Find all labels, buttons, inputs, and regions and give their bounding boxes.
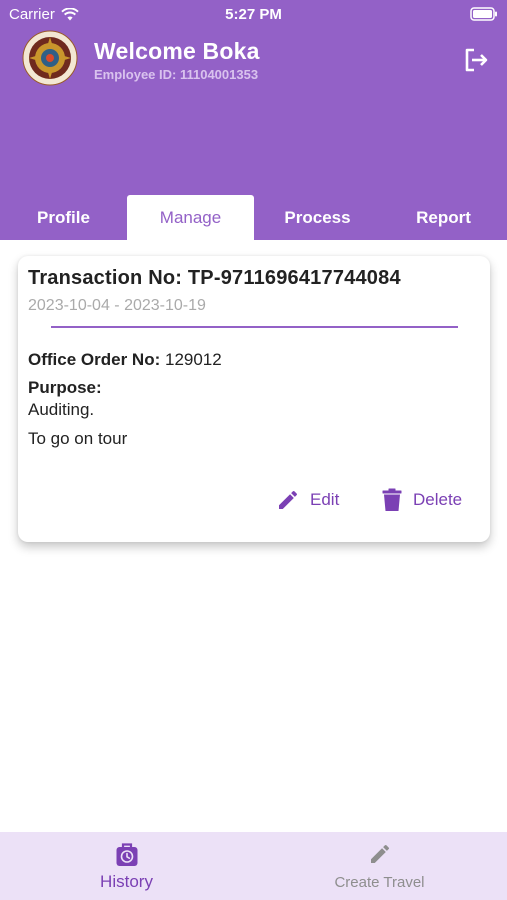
welcome-title: Welcome Boka: [94, 38, 260, 64]
transaction-number: Transaction No: TP-9711696417744084: [28, 267, 401, 289]
nav-history-label: History: [100, 872, 153, 891]
transaction-card: Transaction No: TP-9711696417744084 2023…: [18, 256, 490, 542]
nav-history[interactable]: History: [0, 832, 253, 900]
logout-icon[interactable]: [463, 47, 489, 73]
tab-manage[interactable]: Manage: [127, 195, 254, 240]
pencil-icon: [279, 490, 298, 509]
purpose-line: Auditing.: [28, 400, 95, 419]
office-order-label: Office Order No:: [28, 350, 161, 369]
purpose-line: To go on tour: [28, 429, 128, 448]
avatar: [22, 30, 78, 86]
tab-report[interactable]: Report: [380, 195, 507, 240]
delete-button[interactable]: Delete: [381, 488, 462, 512]
office-order-row: Office Order No: 129012: [28, 350, 222, 370]
nav-create-travel-label: Create Travel: [334, 874, 425, 891]
employee-id: Employee ID: 11104001353: [94, 67, 259, 82]
tab-bar: Profile Manage Process Report: [0, 195, 507, 240]
history-icon: [0, 842, 253, 873]
battery-icon: [470, 7, 498, 25]
purpose-label: Purpose:: [28, 378, 102, 397]
trash-icon: [382, 488, 402, 511]
edit-label: Edit: [310, 490, 340, 509]
bottom-nav: History Create Travel: [0, 832, 507, 900]
delete-label: Delete: [413, 490, 463, 509]
divider: [51, 326, 458, 328]
tab-process[interactable]: Process: [254, 195, 381, 240]
tab-profile[interactable]: Profile: [0, 195, 127, 240]
status-bar: Carrier 5:27 PM: [0, 0, 507, 28]
pencil-icon: [253, 842, 506, 871]
edit-button[interactable]: Edit: [276, 488, 339, 512]
travel-dates: 2023-10-04 - 2023-10-19: [28, 297, 206, 314]
office-order-value: 129012: [164, 350, 222, 369]
nav-create-travel[interactable]: Create Travel: [253, 832, 506, 900]
app-header: Carrier 5:27 PM Welcome Boka Employee ID…: [0, 0, 507, 240]
status-time: 5:27 PM: [225, 6, 282, 23]
